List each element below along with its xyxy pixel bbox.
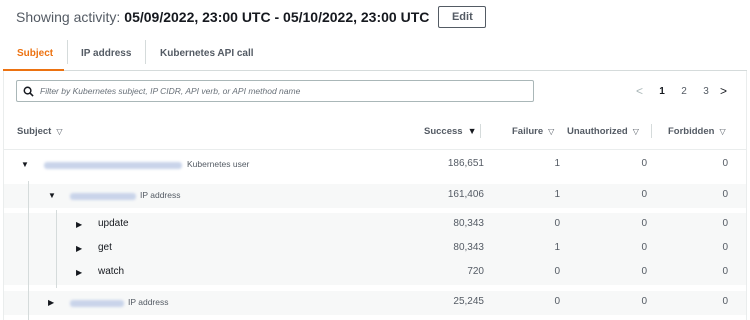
unauthorized-count: 0 <box>641 158 647 169</box>
subject-type-label: IP address <box>128 297 169 307</box>
failure-count: 0 <box>554 296 560 307</box>
filter-search-box[interactable] <box>16 80 534 102</box>
tab-divider <box>67 40 68 64</box>
expand-icon[interactable]: ▶ <box>76 220 82 229</box>
sort-icon[interactable]: ▽ <box>548 127 554 136</box>
forbidden-count: 0 <box>722 266 728 277</box>
page-3-button[interactable]: 3 <box>700 86 712 97</box>
sort-icon[interactable]: ▽ <box>719 127 725 136</box>
search-icon <box>23 86 34 97</box>
collapse-icon[interactable]: ▼ <box>48 191 56 200</box>
page-1-button[interactable]: 1 <box>656 86 668 97</box>
next-page-icon[interactable]: > <box>720 84 734 98</box>
tab-divider <box>145 40 146 64</box>
forbidden-count: 0 <box>722 218 728 229</box>
redacted-subject-name <box>44 162 182 169</box>
table-row: ▶ IP address 25,245 0 0 0 <box>4 291 746 315</box>
api-verb-name: get <box>98 242 112 253</box>
column-divider <box>651 124 652 138</box>
pagination: < 1 2 3 > <box>636 83 734 99</box>
activity-range-header: Showing activity: 05/09/2022, 23:00 UTC … <box>16 6 487 28</box>
redacted-ip-address <box>70 300 124 307</box>
column-header-subject[interactable]: Subject ▽ <box>17 124 62 138</box>
success-count: 80,343 <box>453 242 484 253</box>
edit-range-button[interactable]: Edit <box>438 6 487 28</box>
sort-icon[interactable]: ▽ <box>633 127 639 136</box>
column-header-forbidden[interactable]: Forbidden ▽ <box>668 124 726 138</box>
header-divider <box>3 149 747 150</box>
tab-ip-address[interactable]: IP address <box>81 36 131 70</box>
unauthorized-count: 0 <box>641 242 647 253</box>
unauthorized-count: 0 <box>641 189 647 200</box>
table-row: ▶ update 80,343 0 0 0 <box>4 213 746 237</box>
sort-desc-icon[interactable]: ▼ <box>468 126 477 136</box>
failure-count: 1 <box>554 189 560 200</box>
subject-type-label: IP address <box>140 190 181 200</box>
table-row: ▼ IP address 161,406 1 0 0 <box>4 184 746 208</box>
tab-bar: Subject IP address Kubernetes API call <box>3 36 747 71</box>
table-row: ▶ watch 720 0 0 0 <box>4 261 746 285</box>
column-label-success: Success <box>424 125 463 137</box>
tree-guide-line <box>56 210 57 288</box>
column-label-subject: Subject <box>17 125 52 137</box>
api-verb-name: update <box>98 218 129 229</box>
forbidden-count: 0 <box>722 242 728 253</box>
redacted-ip-address <box>70 193 136 200</box>
expand-icon[interactable]: ▶ <box>76 268 82 277</box>
forbidden-count: 0 <box>722 158 728 169</box>
column-header-success[interactable]: Success ▼ <box>424 124 476 138</box>
collapse-icon[interactable]: ▼ <box>21 160 29 169</box>
activity-label: Showing activity: <box>16 9 121 25</box>
activity-date-range: 05/09/2022, 23:00 UTC - 05/10/2022, 23:0… <box>124 9 430 25</box>
success-count: 186,651 <box>447 158 484 169</box>
success-count: 720 <box>467 266 484 277</box>
success-count: 80,343 <box>453 218 484 229</box>
api-verb-name: watch <box>98 266 125 277</box>
subject-type-label: Kubernetes user <box>187 159 250 169</box>
search-input[interactable] <box>40 86 520 96</box>
expand-icon[interactable]: ▶ <box>76 244 82 253</box>
expand-icon[interactable]: ▶ <box>48 298 54 307</box>
tree-guide-line <box>28 181 29 320</box>
table-row: ▼ Kubernetes user 186,651 1 0 0 <box>4 153 746 177</box>
unauthorized-count: 0 <box>641 218 647 229</box>
forbidden-count: 0 <box>722 296 728 307</box>
sort-icon[interactable]: ▽ <box>56 127 62 136</box>
failure-count: 1 <box>554 242 560 253</box>
failure-count: 0 <box>554 218 560 229</box>
tab-kubernetes-api-call[interactable]: Kubernetes API call <box>160 36 254 70</box>
forbidden-count: 0 <box>722 189 728 200</box>
column-header-unauthorized[interactable]: Unauthorized ▽ <box>567 124 639 138</box>
failure-count: 1 <box>554 158 560 169</box>
column-label-forbidden: Forbidden <box>668 125 715 137</box>
unauthorized-count: 0 <box>641 266 647 277</box>
page-2-button[interactable]: 2 <box>678 86 690 97</box>
column-header-failure[interactable]: Failure ▽ <box>512 124 554 138</box>
table-row: ▶ get 80,343 1 0 0 <box>4 237 746 261</box>
prev-page-icon[interactable]: < <box>636 84 650 98</box>
tab-subject[interactable]: Subject <box>17 36 53 70</box>
column-label-unauthorized: Unauthorized <box>567 125 628 137</box>
column-divider <box>480 124 481 138</box>
unauthorized-count: 0 <box>641 296 647 307</box>
success-count: 161,406 <box>447 189 484 200</box>
failure-count: 0 <box>554 266 560 277</box>
column-label-failure: Failure <box>512 125 544 137</box>
success-count: 25,245 <box>453 296 484 307</box>
